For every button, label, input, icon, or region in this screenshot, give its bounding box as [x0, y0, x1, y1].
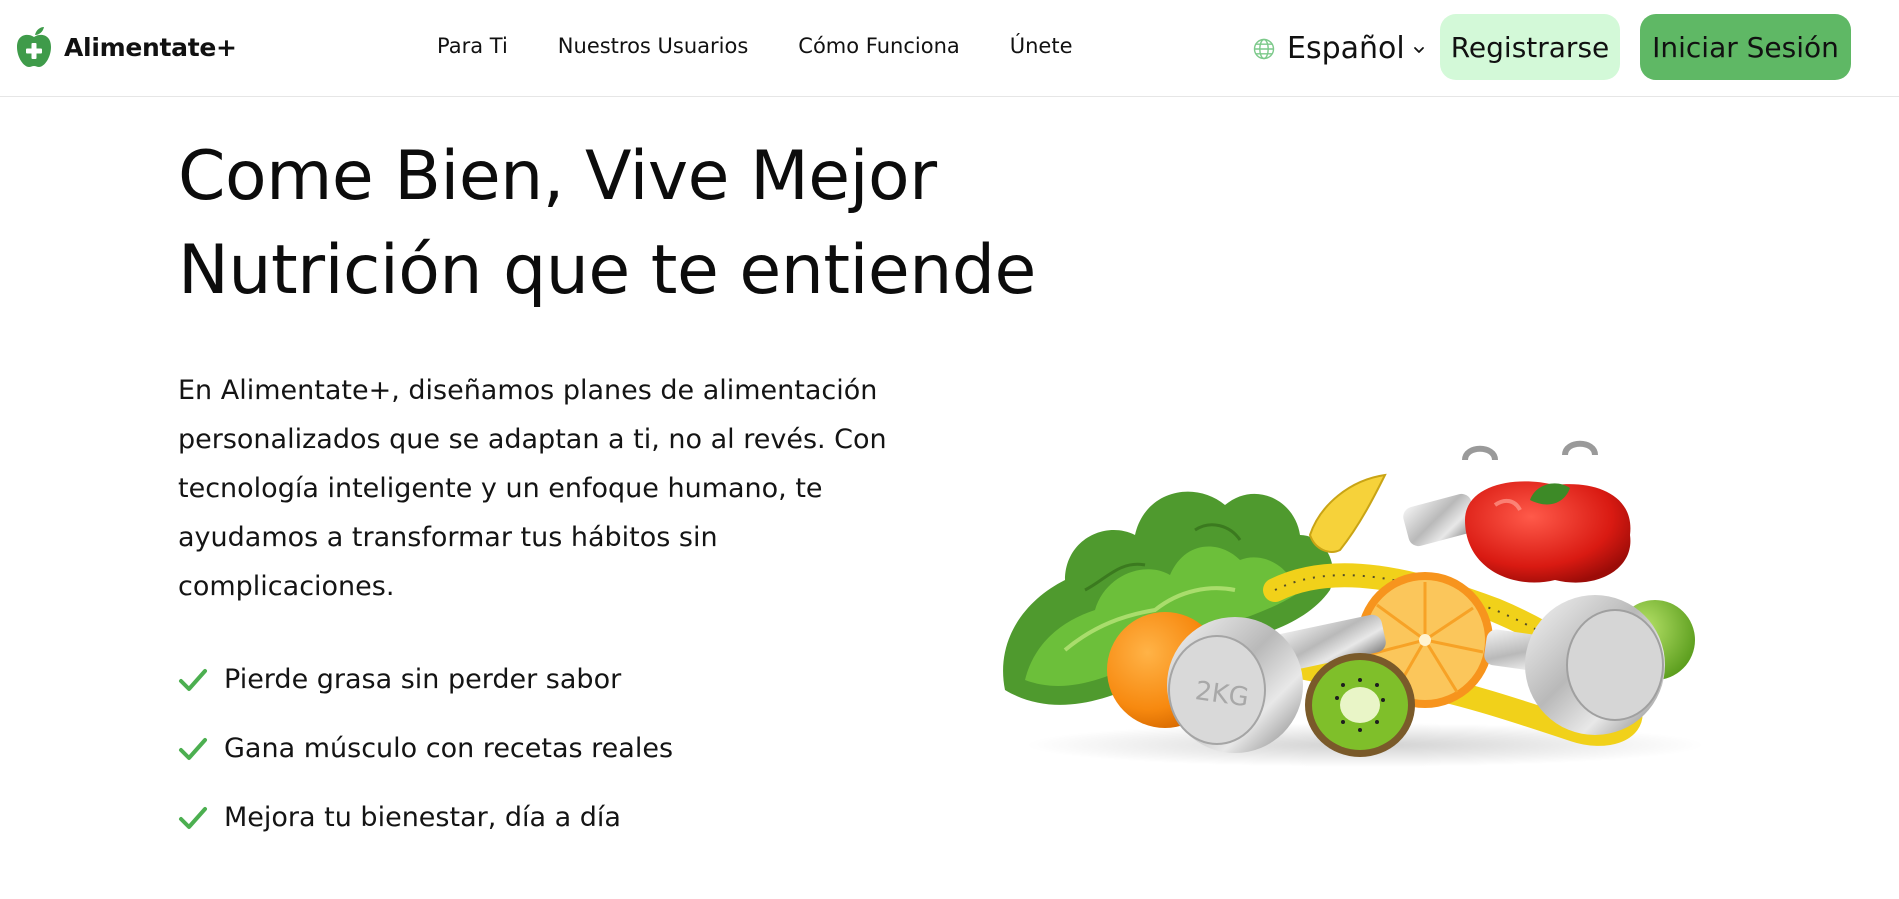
brand[interactable]: Alimentate+ — [14, 26, 237, 68]
banana — [1308, 473, 1387, 553]
apple-plus-icon — [17, 27, 51, 67]
chevron-down-icon — [1413, 46, 1424, 53]
benefit-text: Mejora tu bienestar, día a día — [224, 802, 621, 833]
nav-item-para-ti[interactable]: Para Ti — [437, 34, 508, 58]
checkmark-icon — [179, 668, 207, 691]
benefit-item: Mejora tu bienestar, día a día — [178, 783, 673, 852]
register-button[interactable]: Registrarse — [1440, 14, 1620, 80]
checkmark-icon — [179, 737, 207, 760]
main-nav: Para Ti Nuestros Usuarios Cómo Funciona … — [437, 34, 1073, 58]
brand-name: Alimentate+ — [64, 32, 237, 62]
benefit-item: Pierde grasa sin perder sabor — [178, 645, 673, 714]
globe-icon — [1253, 38, 1275, 59]
nav-item-unete[interactable]: Únete — [1010, 34, 1073, 58]
hero-title-line-1: Come Bien, Vive Mejor — [178, 137, 937, 216]
hero-title-line-2: Nutrición que te entiende — [178, 231, 1036, 310]
benefit-item: Gana músculo con recetas reales — [178, 714, 673, 783]
benefit-list: Pierde grasa sin perder sabor Gana múscu… — [178, 645, 673, 852]
language-label: Español — [1287, 31, 1405, 66]
nav-item-nuestros-usuarios[interactable]: Nuestros Usuarios — [558, 34, 749, 58]
login-button[interactable]: Iniciar Sesión — [1640, 14, 1851, 80]
top-header: Alimentate+ Para Ti Nuestros Usuarios Có… — [0, 0, 1899, 97]
language-selector[interactable]: Español — [1253, 31, 1425, 66]
benefit-text: Pierde grasa sin perder sabor — [224, 664, 622, 695]
red-pepper — [1465, 481, 1631, 583]
nav-item-como-funciona[interactable]: Cómo Funciona — [798, 34, 959, 58]
hero-description: En Alimentate+, diseñamos planes de alim… — [178, 375, 887, 602]
checkmark-icon — [179, 806, 207, 829]
benefit-text: Gana músculo con recetas reales — [224, 733, 674, 764]
hero-illustration: 2KG — [1003, 440, 1705, 767]
kiwi — [1305, 653, 1415, 757]
hero-title: Come Bien, Vive Mejor Nutrición que te e… — [178, 130, 1036, 318]
